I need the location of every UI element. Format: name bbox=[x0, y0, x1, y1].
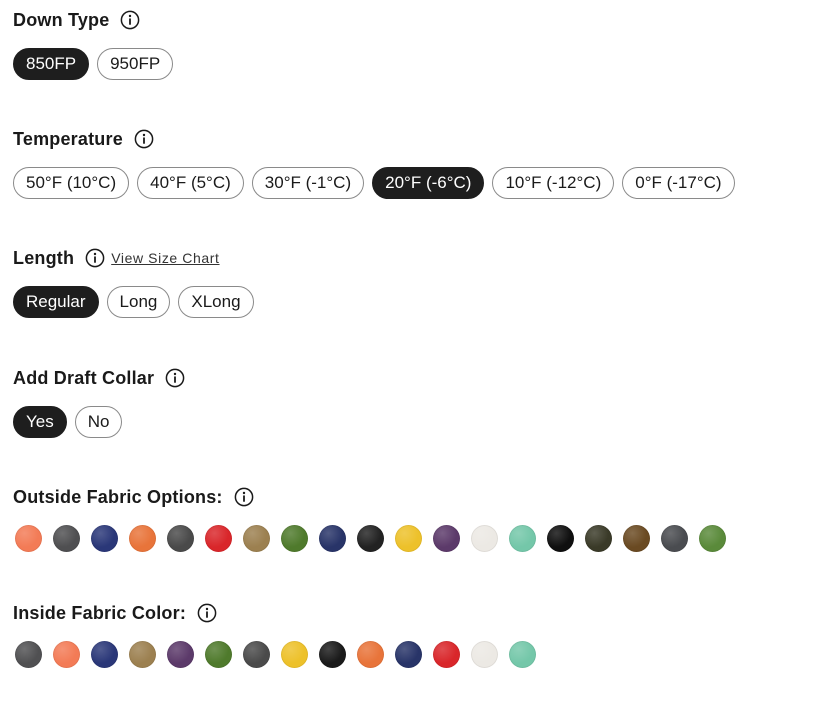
outside-fabric-color-swatch[interactable] bbox=[357, 525, 384, 552]
draft-collar-option[interactable]: Yes bbox=[13, 406, 67, 438]
info-icon[interactable] bbox=[134, 129, 154, 149]
inside-fabric-color-swatch[interactable] bbox=[167, 641, 194, 668]
draft-collar-header: Add Draft Collar bbox=[13, 366, 185, 390]
inside-fabric-color-swatch[interactable] bbox=[205, 641, 232, 668]
temperature-options: 50°F (10°C) 40°F (5°C) 30°F (-1°C) 20°F (-6… bbox=[13, 167, 735, 199]
inside-fabric-color-swatch[interactable] bbox=[433, 641, 460, 668]
inside-fabric-color-swatch[interactable] bbox=[471, 641, 498, 668]
outside-fabric-color-swatch[interactable] bbox=[205, 525, 232, 552]
temperature-option[interactable]: 50°F (10°C) bbox=[13, 167, 130, 199]
temperature-section: Temperature 50°F (10°C) 40°F (5°C) 30°F (-… bbox=[13, 127, 735, 199]
inside-fabric-color-swatch[interactable] bbox=[395, 641, 422, 668]
outside-fabric-section: Outside Fabric Options: bbox=[13, 485, 726, 552]
inside-fabric-color-swatch[interactable] bbox=[15, 641, 42, 668]
outside-fabric-color-swatch[interactable] bbox=[547, 525, 574, 552]
outside-fabric-color-swatch[interactable] bbox=[585, 525, 612, 552]
length-label: Length bbox=[13, 247, 75, 268]
draft-collar-option[interactable]: No bbox=[74, 406, 123, 438]
outside-fabric-color-swatch[interactable] bbox=[167, 525, 194, 552]
info-icon[interactable] bbox=[165, 368, 185, 388]
outside-fabric-color-swatch[interactable] bbox=[433, 525, 460, 552]
outside-fabric-color-swatch[interactable] bbox=[91, 525, 118, 552]
outside-fabric-color-swatch[interactable] bbox=[509, 525, 536, 552]
outside-fabric-color-swatch[interactable] bbox=[699, 525, 726, 552]
inside-fabric-header: Inside Fabric Color: bbox=[13, 601, 536, 625]
info-icon[interactable] bbox=[85, 248, 105, 268]
inside-fabric-swatches bbox=[15, 641, 536, 668]
inside-fabric-color-swatch[interactable] bbox=[357, 641, 384, 668]
length-header: Length View Size Chart bbox=[13, 246, 254, 270]
outside-fabric-swatches bbox=[15, 525, 726, 552]
info-icon[interactable] bbox=[234, 487, 254, 507]
outside-fabric-color-swatch[interactable] bbox=[243, 525, 270, 552]
temperature-option[interactable]: 40°F (5°C) bbox=[137, 167, 244, 199]
down-type-section: Down Type 850FP 950FP bbox=[13, 8, 174, 80]
inside-fabric-color-swatch[interactable] bbox=[243, 641, 270, 668]
outside-fabric-label: Outside Fabric Options: bbox=[13, 486, 223, 507]
info-icon[interactable] bbox=[197, 603, 217, 623]
draft-collar-label: Add Draft Collar bbox=[13, 367, 155, 388]
outside-fabric-color-swatch[interactable] bbox=[623, 525, 650, 552]
inside-fabric-label: Inside Fabric Color: bbox=[13, 602, 187, 623]
down-type-option[interactable]: 850FP bbox=[13, 48, 90, 80]
view-size-chart-link[interactable]: View Size Chart bbox=[111, 250, 219, 266]
draft-collar-options: Yes No bbox=[13, 406, 185, 438]
length-section: Length View Size Chart Regular Long XLong bbox=[13, 246, 254, 318]
info-icon[interactable] bbox=[120, 10, 140, 30]
temperature-option[interactable]: 10°F (-12°C) bbox=[492, 167, 615, 199]
temperature-option[interactable]: 0°F (-17°C) bbox=[622, 167, 735, 199]
inside-fabric-color-swatch[interactable] bbox=[91, 641, 118, 668]
outside-fabric-color-swatch[interactable] bbox=[53, 525, 80, 552]
temperature-label: Temperature bbox=[13, 128, 123, 149]
down-type-header: Down Type bbox=[13, 8, 173, 32]
inside-fabric-color-swatch[interactable] bbox=[281, 641, 308, 668]
inside-fabric-color-swatch[interactable] bbox=[53, 641, 80, 668]
outside-fabric-color-swatch[interactable] bbox=[319, 525, 346, 552]
length-options: Regular Long XLong bbox=[13, 286, 254, 318]
outside-fabric-header: Outside Fabric Options: bbox=[13, 485, 726, 509]
down-type-label: Down Type bbox=[13, 9, 110, 30]
inside-fabric-color-swatch[interactable] bbox=[509, 641, 536, 668]
outside-fabric-color-swatch[interactable] bbox=[15, 525, 42, 552]
temperature-option[interactable]: 20°F (-6°C) bbox=[372, 167, 485, 199]
outside-fabric-color-swatch[interactable] bbox=[395, 525, 422, 552]
temperature-header: Temperature bbox=[13, 127, 735, 151]
length-option[interactable]: Long bbox=[106, 286, 171, 318]
inside-fabric-color-swatch[interactable] bbox=[129, 641, 156, 668]
inside-fabric-section: Inside Fabric Color: bbox=[13, 601, 536, 668]
draft-collar-section: Add Draft Collar Yes No bbox=[13, 366, 185, 438]
outside-fabric-color-swatch[interactable] bbox=[471, 525, 498, 552]
length-option[interactable]: Regular bbox=[13, 286, 99, 318]
outside-fabric-color-swatch[interactable] bbox=[661, 525, 688, 552]
down-type-options: 850FP 950FP bbox=[13, 48, 174, 80]
down-type-option[interactable]: 950FP bbox=[97, 48, 174, 80]
temperature-option[interactable]: 30°F (-1°C) bbox=[251, 167, 365, 199]
inside-fabric-color-swatch[interactable] bbox=[319, 641, 346, 668]
outside-fabric-color-swatch[interactable] bbox=[281, 525, 308, 552]
length-option[interactable]: XLong bbox=[178, 286, 254, 318]
outside-fabric-color-swatch[interactable] bbox=[129, 525, 156, 552]
